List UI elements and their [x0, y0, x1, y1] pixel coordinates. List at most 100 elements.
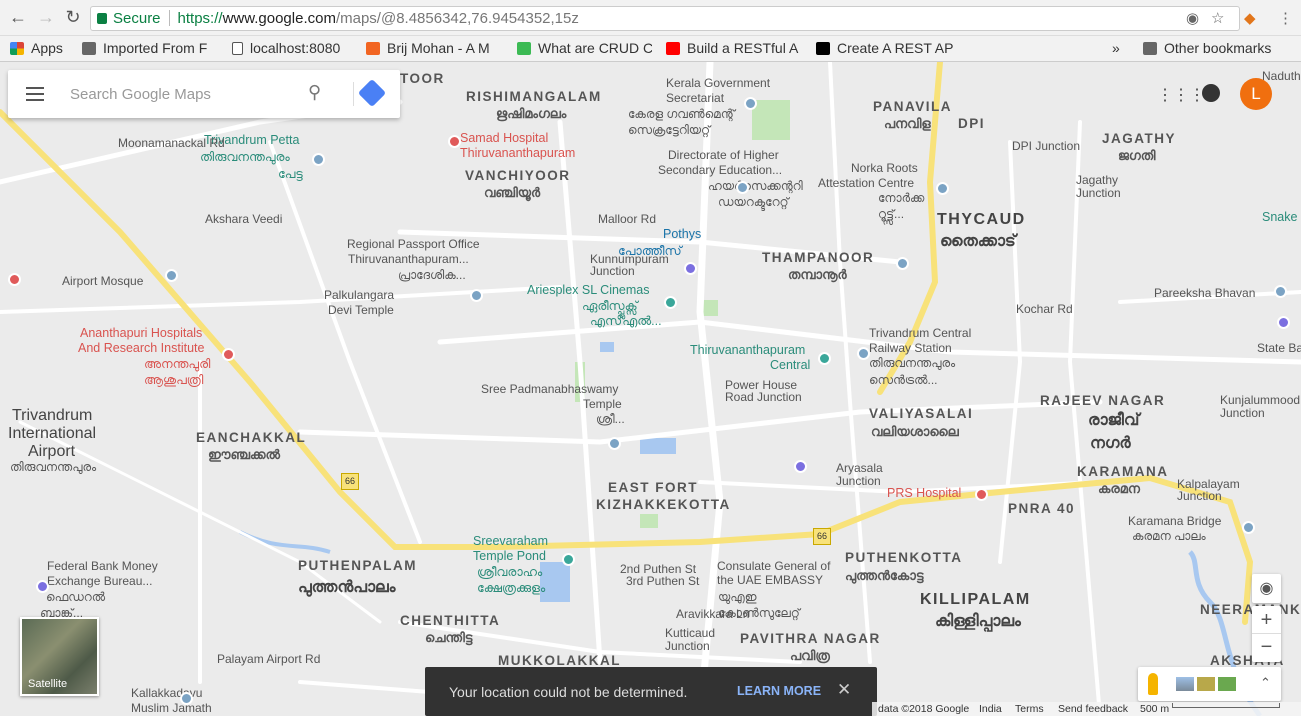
- place-label[interactable]: എസ്എൽ...: [590, 314, 662, 329]
- address-bar[interactable]: Secure https://www.google.com/maps/@8.485…: [90, 6, 1240, 31]
- hospital-label[interactable]: Thiruvananthapuram: [460, 146, 575, 161]
- place-label[interactable]: Kochar Rd: [1016, 302, 1073, 317]
- poi-marker-icon[interactable]: [8, 273, 21, 286]
- place-label[interactable]: Junction: [665, 639, 710, 654]
- place-label[interactable]: Junction: [1220, 406, 1265, 421]
- place-label[interactable]: ഹയർസെക്കന്ററി: [708, 179, 803, 194]
- place-label[interactable]: ശ്രീവരാഹം: [477, 565, 542, 580]
- map-canvas[interactable]: RISHIMANGALAM ഋഷിമംഗലം VANCHIYOOR വഞ്ചിയൂർ P…: [0, 62, 1301, 716]
- place-label[interactable]: DPI Junction: [1012, 139, 1080, 154]
- hospital-label[interactable]: Samad Hospital: [460, 131, 548, 146]
- poi-marker-icon[interactable]: [1242, 521, 1255, 534]
- poi-marker-icon[interactable]: [744, 97, 757, 110]
- send-feedback-link[interactable]: Send feedback: [1058, 703, 1128, 715]
- place-label[interactable]: Pareeksha Bhavan: [1154, 286, 1255, 301]
- place-label[interactable]: Federal Bank Money: [47, 559, 158, 574]
- india-link[interactable]: India: [979, 703, 1002, 715]
- pegman-icon[interactable]: [1148, 673, 1158, 695]
- poi-marker-icon[interactable]: [180, 692, 193, 705]
- bookmark-item[interactable]: What are CRUD C: [517, 40, 652, 56]
- place-label[interactable]: Railway Station: [869, 341, 952, 356]
- chrome-menu-icon[interactable]: ⋮: [1278, 9, 1293, 27]
- place-label[interactable]: Ariesplex SL Cinemas: [527, 283, 650, 298]
- bookmark-item[interactable]: Imported From F: [82, 40, 220, 56]
- place-label[interactable]: Snake: [1262, 210, 1297, 225]
- bookmark-item[interactable]: localhost:8080: [232, 40, 340, 56]
- place-label[interactable]: തിരുവനന്തപുരം: [10, 460, 96, 475]
- zoom-out-button[interactable]: −: [1252, 634, 1281, 662]
- place-label[interactable]: Devi Temple: [328, 303, 394, 318]
- place-label[interactable]: Secretariat: [666, 91, 724, 106]
- location-icon[interactable]: ◉: [1186, 9, 1199, 27]
- place-label[interactable]: Directorate of Higher: [668, 148, 779, 163]
- place-label[interactable]: തിരുവനന്തപുരം: [869, 356, 955, 371]
- extension-icon[interactable]: ◆: [1244, 9, 1256, 27]
- place-label[interactable]: ഫെഡറൽ: [46, 590, 105, 605]
- place-label[interactable]: ക്ഷേത്രക്കുളം: [477, 581, 545, 596]
- place-label[interactable]: Malloor Rd: [598, 212, 656, 227]
- poi-marker-icon[interactable]: [664, 296, 677, 309]
- place-label[interactable]: സെക്രട്ടേറിയറ്റ്: [628, 123, 710, 138]
- place-label[interactable]: Secondary Education...: [658, 163, 782, 178]
- poi-marker-icon[interactable]: [1277, 316, 1290, 329]
- place-label[interactable]: Exchange Bureau...: [47, 574, 152, 589]
- hospital-label[interactable]: ആശുപത്രി: [144, 373, 203, 388]
- back-button[interactable]: ←: [8, 7, 28, 28]
- my-location-button[interactable]: ◉: [1252, 574, 1281, 603]
- menu-icon[interactable]: [26, 87, 44, 105]
- zoom-in-button[interactable]: +: [1252, 606, 1281, 634]
- learn-more-button[interactable]: LEARN MORE: [737, 684, 821, 698]
- place-label[interactable]: കേരള ഗവൺമെന്റ്: [628, 107, 735, 122]
- other-bookmarks[interactable]: Other bookmarks: [1143, 40, 1271, 56]
- place-label[interactable]: Thiruvananthapuram...: [348, 252, 469, 267]
- place-label[interactable]: Airport: [28, 444, 75, 460]
- place-label[interactable]: Aravikkara Ln: [676, 607, 749, 622]
- poi-marker-icon[interactable]: [36, 580, 49, 593]
- place-label[interactable]: റൂട്ട്സ്...: [878, 207, 904, 222]
- place-label[interactable]: ഡയറക്ടറേറ്റ്: [718, 195, 789, 210]
- place-label[interactable]: Naduthal: [1262, 69, 1301, 84]
- reload-button[interactable]: ↻: [63, 7, 83, 28]
- place-label[interactable]: നോർക്ക: [878, 191, 924, 206]
- place-label[interactable]: ശ്രീ...: [596, 412, 625, 427]
- place-label[interactable]: Sreevaraham: [473, 534, 548, 549]
- poi-marker-icon[interactable]: [736, 181, 749, 194]
- place-label[interactable]: Regional Passport Office: [347, 237, 480, 252]
- forward-button[interactable]: →: [36, 7, 56, 28]
- place-label[interactable]: Akshara Veedi: [205, 212, 282, 227]
- directions-icon[interactable]: [357, 78, 387, 108]
- poi-marker-icon[interactable]: [165, 269, 178, 282]
- place-label[interactable]: Trivandrum Central: [869, 326, 971, 341]
- place-label[interactable]: കരമന പാലം: [1132, 529, 1206, 544]
- photo-thumb[interactable]: [1218, 677, 1236, 691]
- place-label[interactable]: പേട്ട: [278, 167, 303, 182]
- place-label[interactable]: 3rd Puthen St: [626, 574, 699, 589]
- poi-marker-icon[interactable]: [562, 553, 575, 566]
- place-label[interactable]: Muslim Jamath: [131, 701, 212, 716]
- place-label[interactable]: Attestation Centre: [818, 176, 914, 191]
- notifications-icon[interactable]: [1202, 84, 1220, 102]
- place-label[interactable]: Junction: [590, 264, 635, 279]
- place-label[interactable]: Thiruvananthapuram: [690, 343, 805, 358]
- hospital-label[interactable]: അനന്തപുരി: [144, 357, 210, 372]
- poi-marker-icon[interactable]: [608, 437, 621, 450]
- search-input[interactable]: [70, 82, 300, 106]
- place-label[interactable]: Road Junction: [725, 390, 802, 405]
- bookmark-apps[interactable]: Apps: [10, 40, 63, 56]
- poi-marker-icon[interactable]: [794, 460, 807, 473]
- place-label[interactable]: Junction: [836, 474, 881, 489]
- poi-marker-icon[interactable]: [684, 262, 697, 275]
- place-label[interactable]: Moonamanackal Rd: [118, 136, 225, 151]
- place-label[interactable]: പ്രാദേശിക...: [398, 268, 466, 283]
- place-label[interactable]: Junction: [1076, 186, 1121, 201]
- place-label[interactable]: സെൻട്രൽ...: [869, 373, 938, 388]
- place-label[interactable]: Consulate General of: [717, 559, 830, 574]
- place-label[interactable]: ഏരീസ്പ്ലക്സ്: [582, 299, 638, 314]
- google-apps-icon[interactable]: ⋮⋮⋮: [1157, 85, 1205, 105]
- place-label[interactable]: തിരുവനന്തപുരം: [200, 150, 290, 165]
- place-label[interactable]: Palayam Airport Rd: [217, 652, 320, 667]
- place-label[interactable]: Palkulangara: [324, 288, 394, 303]
- hospital-label[interactable]: And Research Institute: [78, 341, 204, 356]
- bookmark-item[interactable]: Build a RESTful A: [666, 40, 804, 56]
- terrain-thumb[interactable]: [1197, 677, 1215, 691]
